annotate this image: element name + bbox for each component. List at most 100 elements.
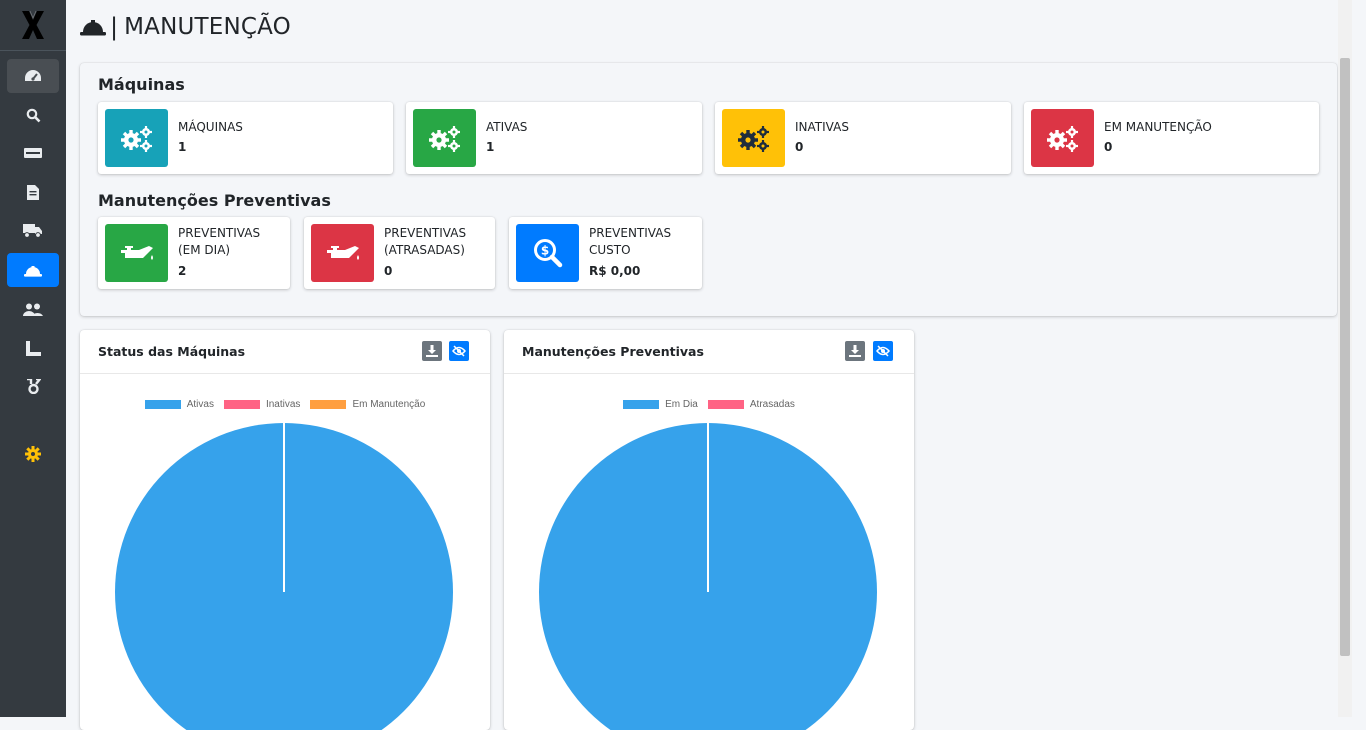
- info-box-value: R$ 0,00: [589, 264, 641, 278]
- info-box-label-line1: PREVENTIVAS: [178, 226, 261, 240]
- legend-item[interactable]: Inativas: [223, 399, 301, 410]
- scrollbar[interactable]: [1338, 0, 1352, 717]
- sidebar-item-search[interactable]: [7, 98, 59, 132]
- summary-panel: Máquinas MÁQUINAS 1 ATIVAS 1 INATIVAS 0: [80, 63, 1337, 316]
- info-box-ativas[interactable]: ATIVAS 1: [406, 102, 702, 174]
- info-box-label: INATIVAS: [795, 120, 849, 134]
- brand[interactable]: [0, 0, 66, 50]
- sidebar-item-trucks[interactable]: [7, 213, 59, 247]
- info-box-label: EM MANUTENÇÃO: [1104, 120, 1212, 134]
- info-box-inativas[interactable]: INATIVAS 0: [715, 102, 1011, 174]
- ruler-combined-icon: [25, 340, 41, 356]
- download-button[interactable]: [845, 341, 865, 361]
- chart-legend: Em Dia Atrasadas: [504, 399, 914, 410]
- legend-item[interactable]: Em Manutenção: [310, 399, 425, 410]
- pie-chart[interactable]: [538, 422, 878, 730]
- sidebar-item-dashboard[interactable]: [7, 59, 59, 93]
- legend-label: Em Manutenção: [352, 399, 426, 410]
- info-box-value: 1: [178, 140, 187, 154]
- info-box-label-line1: PREVENTIVAS: [589, 226, 672, 240]
- legend-item[interactable]: Em Dia: [623, 399, 698, 410]
- sidebar-item-cards[interactable]: [7, 136, 59, 170]
- info-box-value: 0: [384, 264, 393, 278]
- sidebar-item-measures[interactable]: [7, 331, 59, 365]
- info-box-label-line1: PREVENTIVAS: [384, 226, 467, 240]
- toggle-visibility-button[interactable]: [449, 341, 469, 361]
- eye-slash-icon: [876, 345, 890, 357]
- legend-item[interactable]: Ativas: [144, 399, 214, 410]
- info-box-label-line2: CUSTO: [589, 243, 631, 257]
- download-icon: [849, 345, 861, 357]
- info-box-label: PREVENTIVAS CUSTO: [589, 225, 671, 259]
- file-icon: [27, 184, 39, 200]
- info-box-label-line2: (EM DIA): [178, 243, 231, 257]
- info-box-icon: [105, 109, 168, 167]
- legend-item[interactable]: Atrasadas: [707, 399, 795, 410]
- card-title: Manutenções Preventivas: [522, 344, 704, 359]
- truck-icon: [23, 223, 42, 238]
- page-header: | MANUTENÇÃO: [80, 10, 291, 44]
- legend-swatch: [310, 400, 347, 409]
- card-header: Manutenções Preventivas: [504, 330, 914, 374]
- search-icon: [26, 108, 40, 122]
- sidebar-item-users[interactable]: [7, 292, 59, 326]
- info-box-preventivas-atrasadas[interactable]: PREVENTIVAS (ATRASADAS) 0: [304, 217, 495, 289]
- info-box-value: 0: [795, 140, 804, 154]
- sidebar: [0, 0, 66, 717]
- tachometer-icon: [25, 70, 41, 81]
- card-title: Status das Máquinas: [98, 344, 246, 359]
- legend-label: Inativas: [265, 399, 301, 410]
- chart-card-status: Status das Máquinas Ativas Inativas Em M…: [80, 330, 490, 730]
- sidebar-item-settings[interactable]: [7, 437, 59, 471]
- legend-swatch: [144, 400, 181, 409]
- cogs-icon: [737, 126, 769, 152]
- sidebar-item-documents[interactable]: [7, 175, 59, 209]
- search-dollar-icon: $: [533, 239, 562, 268]
- info-box-label: PREVENTIVAS (ATRASADAS): [384, 225, 466, 259]
- brand-divider: [0, 50, 66, 51]
- users-icon: [23, 303, 43, 316]
- oil-can-icon: [120, 246, 153, 260]
- svg-text:$: $: [540, 244, 548, 258]
- info-box-icon: [311, 224, 374, 282]
- sidebar-item-maintenance[interactable]: [7, 253, 59, 287]
- info-box-value: 1: [486, 140, 495, 154]
- download-button[interactable]: [422, 341, 442, 361]
- oil-can-icon: [326, 246, 359, 260]
- eye-slash-icon: [452, 345, 466, 357]
- info-box-preventivas-custo[interactable]: $ PREVENTIVAS CUSTO R$ 0,00: [509, 217, 702, 289]
- info-box-label: PREVENTIVAS (EM DIA): [178, 225, 260, 259]
- header-separator: |: [110, 13, 119, 41]
- legend-label: Atrasadas: [749, 399, 795, 410]
- info-box-value: 2: [178, 264, 187, 278]
- info-box-em-manutencao[interactable]: EM MANUTENÇÃO 0: [1024, 102, 1319, 174]
- hard-hat-icon: [24, 265, 42, 277]
- sidebar-item-lab[interactable]: [7, 369, 59, 403]
- info-box-label-line2: (ATRASADAS): [384, 243, 465, 257]
- flask-icon: [26, 378, 41, 394]
- info-box-icon: [105, 224, 168, 282]
- chart-card-preventivas: Manutenções Preventivas Em Dia Atrasadas: [504, 330, 914, 730]
- download-icon: [426, 345, 438, 357]
- main-content: | MANUTENÇÃO Máquinas MÁQUINAS 1 ATIVAS …: [66, 0, 1352, 730]
- info-box-label: ATIVAS: [486, 120, 528, 134]
- info-box-maquinas[interactable]: MÁQUINAS 1: [98, 102, 393, 174]
- info-box-preventivas-em-dia[interactable]: PREVENTIVAS (EM DIA) 2: [98, 217, 290, 289]
- legend-label: Ativas: [186, 399, 214, 410]
- info-box-icon: [413, 109, 476, 167]
- info-box-icon: [1031, 109, 1094, 167]
- toggle-visibility-button[interactable]: [873, 341, 893, 361]
- gear-icon: [25, 446, 41, 462]
- scrollbar-thumb[interactable]: [1340, 58, 1350, 656]
- info-box-value: 0: [1104, 140, 1113, 154]
- card-header: Status das Máquinas: [80, 330, 490, 374]
- legend-swatch: [707, 400, 744, 409]
- cogs-icon: [428, 126, 460, 152]
- legend-label: Em Dia: [665, 399, 698, 410]
- legend-swatch: [223, 400, 260, 409]
- cogs-icon: [1046, 126, 1078, 152]
- info-box-icon: [722, 109, 785, 167]
- pie-chart[interactable]: [114, 422, 454, 730]
- section-title-maquinas: Máquinas: [98, 75, 185, 94]
- section-title-preventivas: Manutenções Preventivas: [98, 191, 331, 210]
